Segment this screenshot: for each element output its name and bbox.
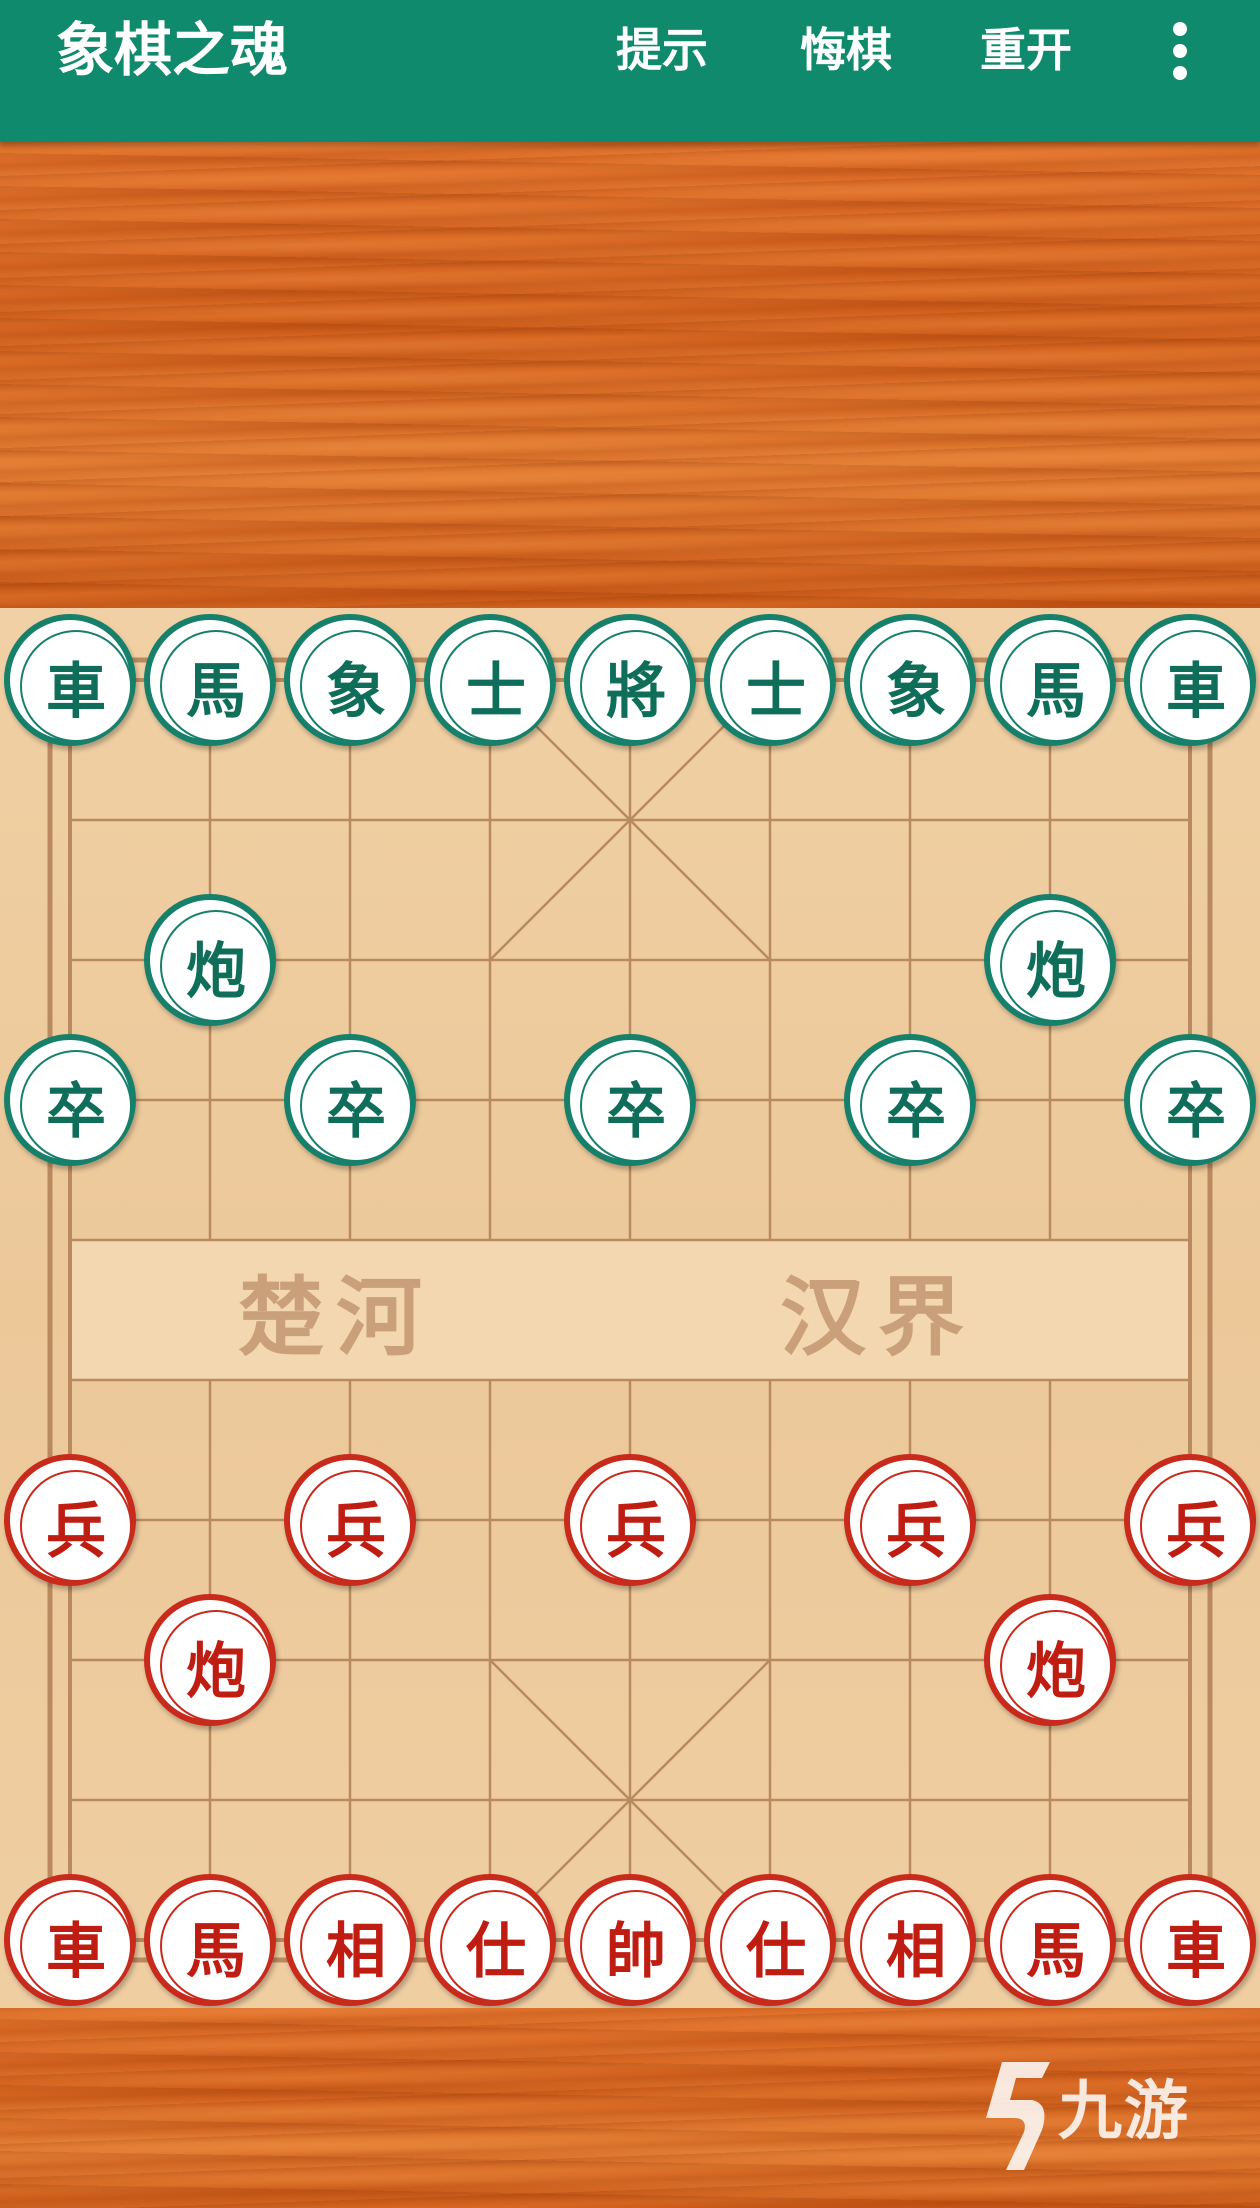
red-piece[interactable]: 兵 xyxy=(564,1454,696,1586)
piece-label: 兵 xyxy=(1140,1470,1252,1582)
piece-label: 象 xyxy=(860,630,972,742)
piece-label: 卒 xyxy=(300,1050,412,1162)
black-piece[interactable]: 車 xyxy=(4,614,136,746)
piece-label: 車 xyxy=(1140,630,1252,742)
red-piece[interactable]: 兵 xyxy=(284,1454,416,1586)
app-title: 象棋之魂 xyxy=(56,16,289,84)
red-piece[interactable]: 相 xyxy=(284,1874,416,2006)
black-piece[interactable]: 卒 xyxy=(844,1034,976,1166)
piece-label: 卒 xyxy=(580,1050,692,1162)
red-piece[interactable]: 馬 xyxy=(984,1874,1116,2006)
undo-button[interactable]: 悔棋 xyxy=(800,22,892,78)
piece-label: 相 xyxy=(860,1890,972,2002)
red-piece[interactable]: 車 xyxy=(4,1874,136,2006)
more-vert-icon[interactable] xyxy=(1162,18,1198,84)
watermark: 九游 xyxy=(962,2052,1222,2182)
black-piece[interactable]: 炮 xyxy=(144,894,276,1026)
black-piece[interactable]: 車 xyxy=(1124,614,1256,746)
piece-label: 馬 xyxy=(160,630,272,742)
red-piece[interactable]: 兵 xyxy=(4,1454,136,1586)
piece-label: 車 xyxy=(20,1890,132,2002)
black-piece[interactable]: 卒 xyxy=(284,1034,416,1166)
hint-button[interactable]: 提示 xyxy=(616,22,708,78)
piece-label: 炮 xyxy=(1000,1610,1112,1722)
watermark-text: 九游 xyxy=(1058,2075,1190,2149)
restart-button[interactable]: 重开 xyxy=(980,22,1072,78)
black-piece[interactable]: 士 xyxy=(704,614,836,746)
app-bar: 象棋之魂 提示 悔棋 重开 xyxy=(0,0,1260,142)
piece-label: 炮 xyxy=(160,910,272,1022)
red-piece[interactable]: 車 xyxy=(1124,1874,1256,2006)
piece-label: 馬 xyxy=(160,1890,272,2002)
black-piece[interactable]: 卒 xyxy=(4,1034,136,1166)
red-piece[interactable]: 仕 xyxy=(704,1874,836,2006)
jiuyou-logo-icon xyxy=(986,2062,1050,2170)
game-screen: 象棋之魂 提示 悔棋 重开 楚河 汉界 車馬象士將士象馬車炮炮卒卒卒卒卒兵兵兵兵… xyxy=(0,0,1260,2208)
red-piece[interactable]: 帥 xyxy=(564,1874,696,2006)
black-piece[interactable]: 卒 xyxy=(1124,1034,1256,1166)
piece-label: 士 xyxy=(440,630,552,742)
piece-label: 仕 xyxy=(720,1890,832,2002)
red-piece[interactable]: 炮 xyxy=(984,1594,1116,1726)
piece-label: 卒 xyxy=(1140,1050,1252,1162)
piece-label: 兵 xyxy=(860,1470,972,1582)
wood-background-top xyxy=(0,142,1260,608)
piece-label: 兵 xyxy=(20,1470,132,1582)
piece-label: 帥 xyxy=(580,1890,692,2002)
piece-label: 馬 xyxy=(1000,1890,1112,2002)
piece-label: 相 xyxy=(300,1890,412,2002)
black-piece[interactable]: 士 xyxy=(424,614,556,746)
red-piece[interactable]: 仕 xyxy=(424,1874,556,2006)
black-piece[interactable]: 炮 xyxy=(984,894,1116,1026)
black-piece[interactable]: 象 xyxy=(284,614,416,746)
red-piece[interactable]: 兵 xyxy=(1124,1454,1256,1586)
piece-label: 卒 xyxy=(20,1050,132,1162)
red-piece[interactable]: 馬 xyxy=(144,1874,276,2006)
piece-label: 車 xyxy=(1140,1890,1252,2002)
piece-label: 車 xyxy=(20,630,132,742)
red-piece[interactable]: 兵 xyxy=(844,1454,976,1586)
piece-label: 馬 xyxy=(1000,630,1112,742)
board-grid xyxy=(47,657,1213,1963)
piece-label: 士 xyxy=(720,630,832,742)
piece-label: 仕 xyxy=(440,1890,552,2002)
river-label-han-jie: 汉界 xyxy=(780,1267,976,1368)
piece-label: 將 xyxy=(580,630,692,742)
piece-label: 象 xyxy=(300,630,412,742)
black-piece[interactable]: 象 xyxy=(844,614,976,746)
piece-label: 兵 xyxy=(580,1470,692,1582)
black-piece[interactable]: 將 xyxy=(564,614,696,746)
river-label-chu-he: 楚河 xyxy=(238,1267,434,1368)
black-piece[interactable]: 馬 xyxy=(984,614,1116,746)
black-piece[interactable]: 卒 xyxy=(564,1034,696,1166)
black-piece[interactable]: 馬 xyxy=(144,614,276,746)
red-piece[interactable]: 相 xyxy=(844,1874,976,2006)
chess-board[interactable]: 楚河 汉界 車馬象士將士象馬車炮炮卒卒卒卒卒兵兵兵兵兵炮炮車馬相仕帥仕相馬車 xyxy=(0,608,1260,2008)
red-piece[interactable]: 炮 xyxy=(144,1594,276,1726)
piece-label: 炮 xyxy=(160,1610,272,1722)
piece-label: 兵 xyxy=(300,1470,412,1582)
piece-label: 卒 xyxy=(860,1050,972,1162)
piece-label: 炮 xyxy=(1000,910,1112,1022)
